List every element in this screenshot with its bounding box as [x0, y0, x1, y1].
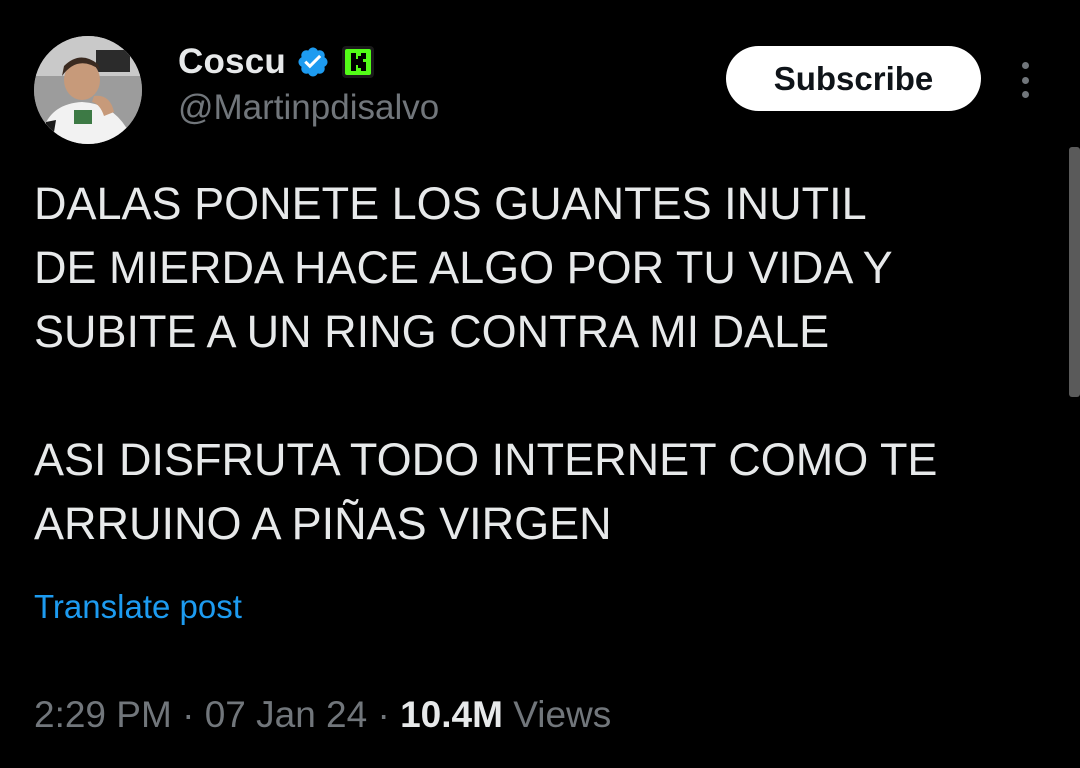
verified-badge-icon	[296, 45, 330, 79]
more-dot	[1021, 91, 1029, 98]
kick-logo-icon	[341, 46, 374, 78]
post-text-line: ARRUINO A PIÑAS VIRGEN	[34, 498, 612, 549]
avatar[interactable]	[34, 36, 142, 144]
post-text-line: DE MIERDA HACE ALGO POR TU VIDA Y	[34, 242, 893, 293]
views-count: 10.4M	[400, 694, 514, 735]
avatar-image	[34, 36, 142, 144]
more-dot	[1021, 62, 1029, 69]
more-dot	[1021, 76, 1029, 84]
post-text-blank-line	[34, 364, 1034, 428]
post-meta: 2:29 PM · 07 Jan 24 · 10.4M Views	[34, 694, 611, 736]
scrollbar-thumb[interactable]	[1069, 147, 1080, 397]
post-detail: Coscu @Martinpdisalvo Subscribe DALAS PO…	[0, 0, 1080, 768]
translate-post-link[interactable]: Translate post	[34, 588, 242, 626]
meta-separator: ·	[182, 694, 205, 735]
subscribe-button[interactable]: Subscribe	[726, 46, 981, 111]
post-text: DALAS PONETE LOS GUANTES INUTIL DE MIERD…	[34, 172, 1034, 556]
post-date[interactable]: 07 Jan 24	[205, 694, 368, 735]
author-name-row: Coscu	[178, 40, 374, 84]
author-display-name[interactable]: Coscu	[178, 42, 286, 82]
post-time[interactable]: 2:29 PM	[34, 694, 172, 735]
meta-separator: ·	[377, 694, 401, 735]
post-text-line: SUBITE A UN RING CONTRA MI DALE	[34, 306, 830, 357]
author-handle[interactable]: @Martinpdisalvo	[178, 88, 439, 128]
views-label: Views	[513, 694, 612, 735]
post-text-line: ASI DISFRUTA TODO INTERNET COMO TE	[34, 434, 938, 485]
more-options-icon[interactable]	[1010, 58, 1040, 102]
post-text-line: DALAS PONETE LOS GUANTES INUTIL	[34, 178, 867, 229]
